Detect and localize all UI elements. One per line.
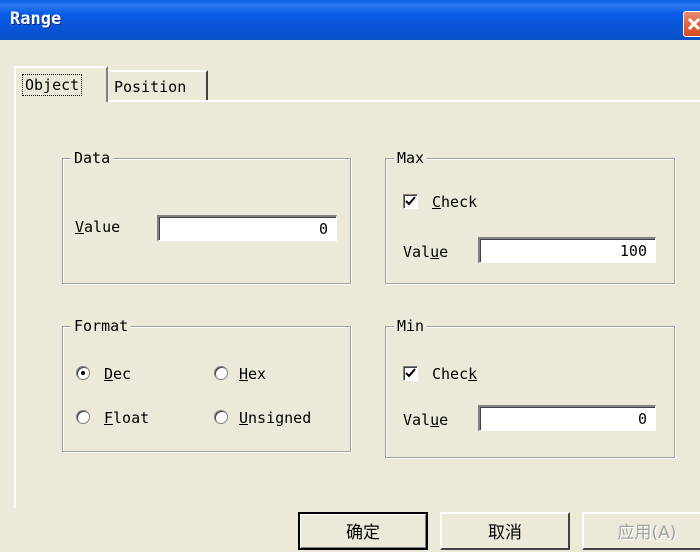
max-group: Max	[385, 148, 675, 284]
min-check-box[interactable]	[403, 366, 418, 381]
cancel-button[interactable]: 取消	[440, 512, 570, 550]
apply-button[interactable]: 应用(A)	[582, 512, 700, 550]
close-button[interactable]	[683, 11, 700, 37]
max-check-label[interactable]: Check	[432, 192, 477, 212]
radio-selected-dot	[81, 371, 85, 375]
tab-position[interactable]: Position	[108, 70, 208, 100]
check-mark-icon	[405, 368, 416, 378]
min-check-label[interactable]: Check	[432, 364, 477, 384]
radio-float-label[interactable]: Float	[104, 408, 149, 428]
radio-float[interactable]	[76, 410, 90, 424]
max-check-box[interactable]	[403, 194, 418, 209]
tab-object[interactable]: Object	[14, 66, 108, 102]
tab-position-label: Position	[114, 78, 187, 96]
max-value-label: Value	[403, 243, 449, 261]
format-group: Format	[62, 316, 351, 452]
radio-unsigned-label[interactable]: Unsigned	[239, 408, 311, 428]
min-group-legend: Min	[394, 316, 428, 336]
radio-dec-label[interactable]: Dec	[104, 364, 131, 384]
close-icon	[687, 17, 700, 31]
min-value-input[interactable]: 0	[478, 405, 656, 431]
max-group-legend: Max	[394, 148, 428, 168]
radio-dec[interactable]	[76, 366, 90, 380]
radio-hex[interactable]	[214, 366, 228, 380]
tab-object-label: Object	[22, 74, 83, 96]
check-mark-icon	[405, 196, 416, 206]
max-value-input[interactable]: 100	[478, 237, 656, 263]
radio-hex-label[interactable]: Hex	[239, 364, 266, 384]
ok-button[interactable]: 确定	[298, 512, 428, 550]
min-group: Min	[385, 316, 675, 458]
window-title: Range	[10, 9, 62, 29]
min-value-label: Value	[403, 411, 449, 429]
data-value-input[interactable]: 0	[157, 215, 337, 241]
format-group-legend: Format	[71, 316, 132, 336]
radio-unsigned[interactable]	[214, 410, 228, 424]
data-value-label: Value	[75, 218, 121, 236]
title-bar[interactable]: Range	[0, 0, 700, 40]
data-group-legend: Data	[71, 148, 114, 168]
